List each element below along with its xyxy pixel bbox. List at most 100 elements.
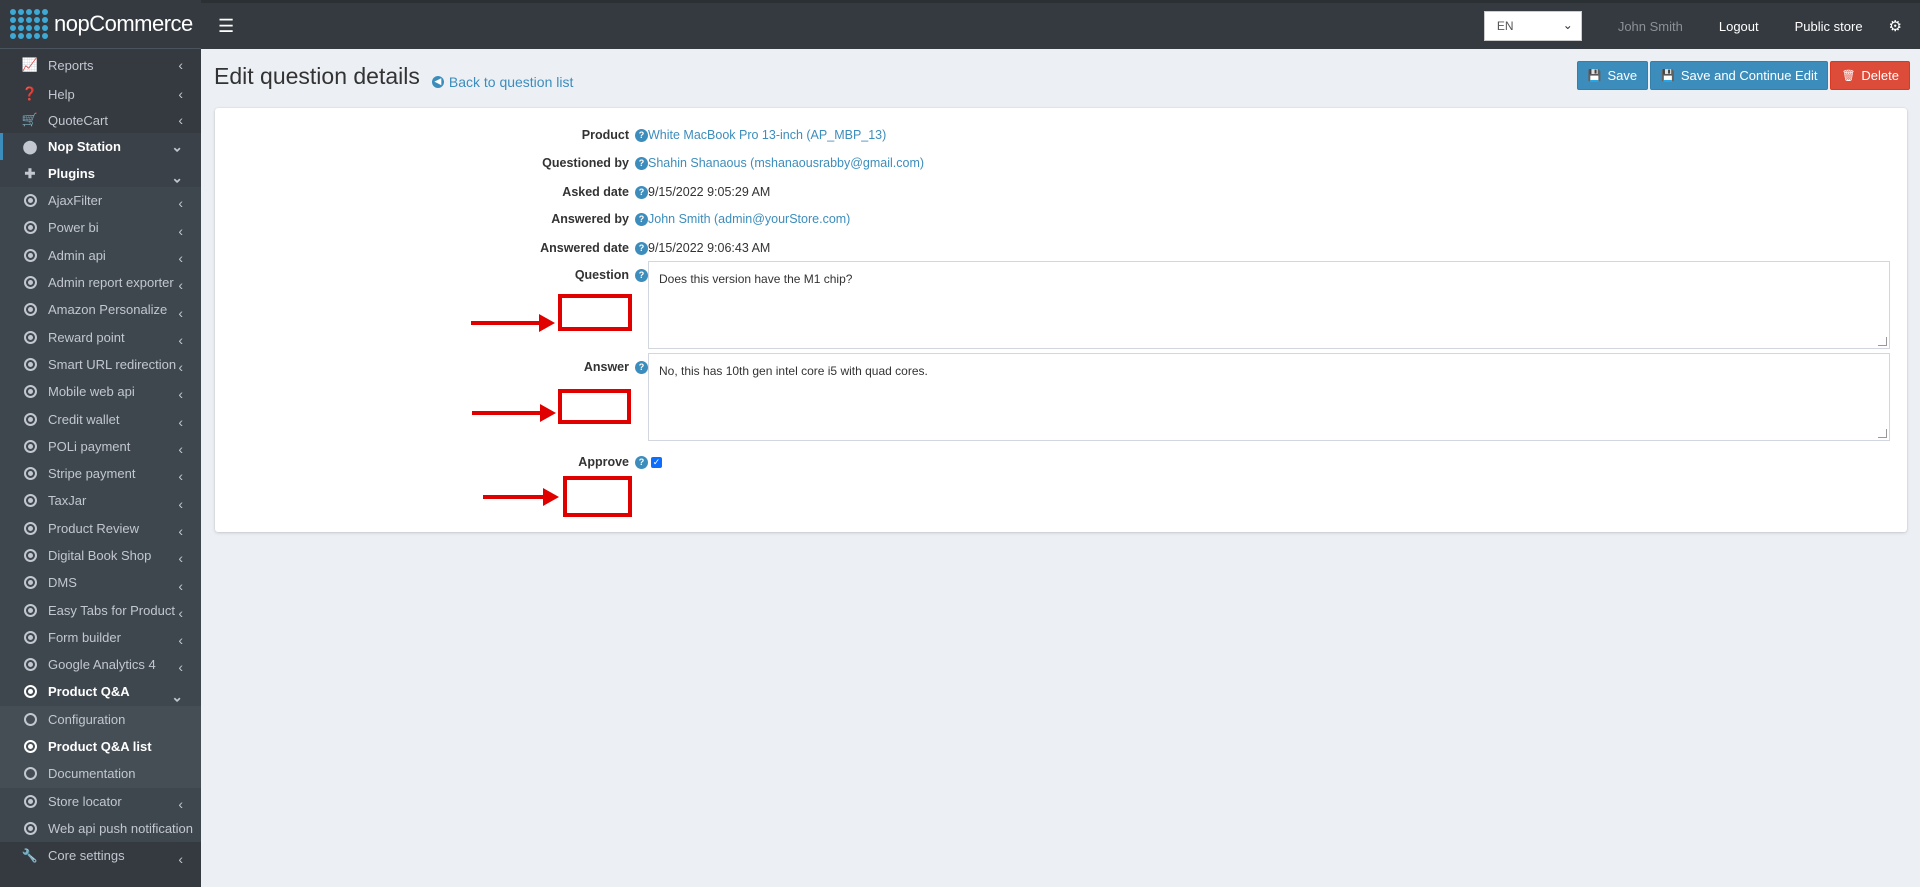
sidebar-item-plugin[interactable]: Credit wallet ‹ — [0, 405, 201, 432]
trash-icon: 🗑 — [1841, 70, 1856, 82]
approve-label: Approve — [578, 455, 629, 469]
sidebar-item-plugin[interactable]: Reward point ‹ — [0, 323, 201, 350]
question-label: Question — [574, 268, 629, 282]
radio-dot-icon — [23, 658, 37, 672]
brand-name: nopCommerce — [54, 11, 193, 36]
radio-dot-icon — [23, 194, 37, 208]
sidebar-item-plugin[interactable]: Power bi ‹ — [0, 214, 201, 241]
save-button[interactable]: 💾 Save — [1576, 61, 1649, 90]
floppy-icon: 💾 — [1661, 70, 1675, 82]
sidebar-item-plugin[interactable]: AjaxFilter ‹ — [0, 187, 201, 214]
sidebar-item-reports[interactable]: 📈 Reports ‹ — [0, 49, 201, 81]
sidebar-item-web-api-push[interactable]: Web api push notification — [0, 815, 201, 842]
arrow-right-icon — [471, 314, 555, 332]
sidebar-item-plugin[interactable]: Admin api ‹ — [0, 242, 201, 269]
help-icon[interactable]: ? — [635, 185, 648, 199]
answered-date-row: Answered date ? 9/15/2022 9:06:43 AM — [215, 240, 1907, 256]
asked-date-value: 9/15/2022 9:05:29 AM — [648, 185, 771, 199]
sidebar-item-plugin[interactable]: Easy Tabs for Product ‹ — [0, 596, 201, 623]
language-select[interactable]: EN ⌄ — [1483, 11, 1582, 41]
cart-icon: 🛒 — [21, 112, 39, 127]
chevron-left-icon: ‹ — [178, 86, 183, 102]
sidebar-item-quotecart[interactable]: 🛒 QuoteCart ‹ — [0, 107, 201, 133]
action-buttons: 💾 Save 💾 Save and Continue Edit 🗑 Delete — [1576, 61, 1910, 90]
sidebar-item-help[interactable]: ❓ Help ‹ — [0, 81, 201, 107]
help-icon[interactable]: ? — [635, 212, 648, 226]
chevron-left-icon: ‹ — [178, 495, 183, 512]
sidebar-item-store-locator[interactable]: Store locator ‹ — [0, 788, 201, 815]
highlight-box-approve — [563, 476, 632, 517]
sidebar-item-plugin[interactable]: Product Review ‹ — [0, 515, 201, 542]
wrench-icon: 🔧 — [21, 847, 39, 863]
back-to-list-link[interactable]: ◀ Back to question list — [431, 74, 573, 90]
radio-dot-icon — [23, 357, 37, 371]
chevron-left-icon: ‹ — [178, 413, 183, 430]
radio-dot-icon — [23, 385, 37, 399]
sidebar: nopCommerce 📈 Reports ‹ ❓ Help ‹ 🛒 Quote… — [0, 0, 201, 887]
sidebar-item-plugin[interactable]: Smart URL redirection ‹ — [0, 351, 201, 378]
sidebar-item-plugin[interactable]: POLi payment ‹ — [0, 433, 201, 460]
sidebar-item-plugin[interactable]: Mobile web api ‹ — [0, 378, 201, 405]
delete-button[interactable]: 🗑 Delete — [1830, 61, 1910, 90]
highlight-box-question — [558, 294, 632, 331]
sidebar-item-nop-station[interactable]: ⬤ Nop Station ⌄ — [0, 133, 201, 160]
approve-checkbox[interactable]: ✓ — [651, 457, 662, 468]
chevron-left-icon: ‹ — [178, 632, 183, 649]
radio-dot-icon — [23, 630, 37, 644]
puzzle-icon: ✚ — [24, 165, 36, 181]
chevron-left-icon: ‹ — [178, 795, 183, 812]
help-icon[interactable]: ? — [635, 241, 648, 255]
questioned-by-value[interactable]: Shahin Shanaous (mshanaousrabby@gmail.co… — [648, 156, 924, 170]
help-icon[interactable]: ? — [635, 360, 648, 374]
sidebar-item-plugin[interactable]: Digital Book Shop ‹ — [0, 542, 201, 569]
sidebar-item-plugin[interactable]: Google Analytics 4 ‹ — [0, 651, 201, 678]
help-icon[interactable]: ? — [635, 128, 648, 142]
public-store-link[interactable]: Public store — [1795, 19, 1863, 34]
settings-gears-icon[interactable]: ⚙ — [1889, 17, 1902, 35]
answer-label: Answer — [583, 360, 629, 374]
highlight-box-answer — [558, 389, 631, 424]
question-textarea[interactable]: Does this version have the M1 chip? — [648, 261, 1890, 349]
sidebar-item-plugin[interactable]: Admin report exporter ‹ — [0, 269, 201, 296]
sidebar-item-core-settings[interactable]: 🔧 Core settings ‹ — [0, 842, 201, 869]
sidebar-item-plugin[interactable]: TaxJar ‹ — [0, 487, 201, 514]
circle-outline-icon — [23, 712, 37, 726]
circle-outline-icon — [23, 767, 37, 781]
chevron-left-icon: ‹ — [178, 359, 183, 376]
answered-by-value[interactable]: John Smith (admin@yourStore.com) — [648, 212, 850, 226]
radio-dot-icon — [23, 794, 37, 808]
chevron-left-icon: ‹ — [178, 57, 183, 73]
chevron-left-icon: ‹ — [178, 222, 183, 239]
logout-link[interactable]: Logout — [1719, 19, 1759, 34]
circle-icon: ⬤ — [22, 138, 38, 154]
answered-by-row: Answered by ? John Smith (admin@yourStor… — [215, 211, 1907, 227]
help-icon[interactable]: ? — [635, 268, 648, 282]
sidebar-item-plugin[interactable]: DMS ‹ — [0, 569, 201, 596]
help-icon[interactable]: ? — [635, 156, 648, 170]
help-icon[interactable]: ? — [635, 455, 648, 469]
sidebar-item-plugin[interactable]: Form builder ‹ — [0, 624, 201, 651]
main-content: Edit question details ◀ Back to question… — [201, 49, 1920, 887]
hamburger-menu-icon[interactable]: ☰ — [218, 16, 238, 37]
chevron-down-icon: ⌄ — [171, 688, 183, 705]
answered-date-label: Answered date — [540, 241, 629, 255]
sidebar-nav: 📈 Reports ‹ ❓ Help ‹ 🛒 QuoteCart ‹ ⬤ Nop… — [0, 49, 201, 160]
sidebar-item-plugins[interactable]: ✚ Plugins ⌄ — [0, 160, 201, 187]
sidebar-item-documentation[interactable]: Documentation — [0, 760, 201, 787]
sidebar-item-product-qa-list[interactable]: Product Q&A list — [0, 733, 201, 760]
answer-textarea[interactable]: No, this has 10th gen intel core i5 with… — [648, 353, 1890, 441]
sidebar-item-plugin[interactable]: Amazon Personalize ‹ — [0, 296, 201, 323]
sidebar-item-configuration[interactable]: Configuration — [0, 706, 201, 733]
plugin-list: AjaxFilter ‹ Power bi ‹ Admin api ‹ Admin repo… — [0, 187, 201, 678]
save-continue-button[interactable]: 💾 Save and Continue Edit — [1650, 61, 1829, 90]
sidebar-item-product-qa[interactable]: Product Q&A ⌄ — [0, 678, 201, 705]
radio-dot-icon — [23, 603, 37, 617]
chevron-down-icon: ⌄ — [1562, 18, 1573, 32]
brand[interactable]: nopCommerce — [0, 0, 201, 49]
answered-date-value: 9/15/2022 9:06:43 AM — [648, 241, 771, 255]
questioned-by-row: Questioned by ? Shahin Shanaous (mshanao… — [215, 155, 1907, 171]
product-value[interactable]: White MacBook Pro 13-inch (AP_MBP_13) — [648, 128, 886, 142]
question-row: Question ? Does this version have the M1… — [215, 261, 1907, 349]
sidebar-item-plugin[interactable]: Stripe payment ‹ — [0, 460, 201, 487]
arrow-circle-left-icon: ◀ — [431, 75, 444, 88]
